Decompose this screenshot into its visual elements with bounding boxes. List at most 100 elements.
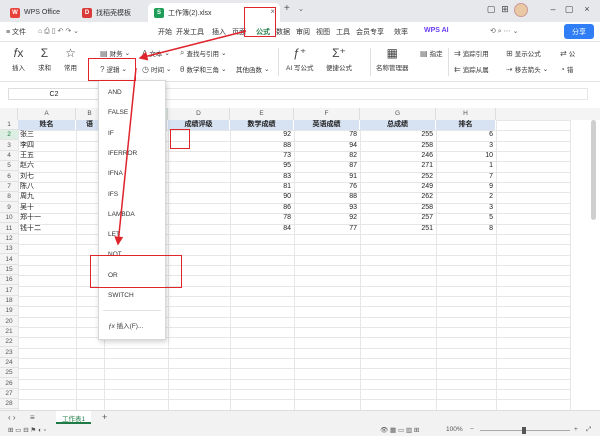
table-cell[interactable]: 赵六: [18, 161, 76, 171]
tab-wps-office[interactable]: W WPS Office: [4, 3, 74, 22]
function-item-let[interactable]: LET: [108, 231, 120, 238]
table-cell[interactable]: 王五: [18, 151, 76, 161]
table-cell[interactable]: 249: [360, 182, 436, 192]
function-item-switch[interactable]: SWITCH: [108, 292, 134, 299]
row-header[interactable]: 23: [0, 348, 18, 358]
table-cell[interactable]: 78: [294, 130, 360, 140]
window-layout-icon[interactable]: ▢: [484, 4, 498, 15]
row-header[interactable]: 15: [0, 265, 18, 275]
other-functions-button[interactable]: 其他函数 ⌄: [236, 64, 269, 74]
row-header[interactable]: 20: [0, 317, 18, 327]
table-header-cell[interactable]: 总成绩: [360, 120, 436, 131]
row-header[interactable]: 11: [0, 224, 18, 234]
row-header[interactable]: 28: [0, 399, 18, 410]
formula-check-button[interactable]: ⇄ 公: [560, 48, 575, 59]
row-header[interactable]: 25: [0, 368, 18, 379]
function-item-lambda[interactable]: LAMBDA: [108, 211, 135, 218]
zoom-value[interactable]: 100%: [446, 426, 463, 433]
table-cell[interactable]: 257: [360, 213, 436, 223]
table-cell[interactable]: 6: [436, 130, 496, 140]
vertical-scrollbar[interactable]: [591, 120, 596, 220]
row-header[interactable]: 14: [0, 255, 18, 265]
trace-precedents-button[interactable]: ⇉ 追踪引用: [454, 48, 489, 59]
column-header-h[interactable]: H: [436, 108, 496, 120]
table-cell[interactable]: 93: [294, 203, 360, 213]
function-item-and[interactable]: AND: [108, 89, 122, 96]
row-header[interactable]: 2: [0, 130, 18, 141]
row-header[interactable]: 12: [0, 234, 18, 244]
table-cell[interactable]: 251: [360, 224, 436, 234]
sheet-nav-icons[interactable]: ‹ ›: [8, 413, 16, 422]
table-cell[interactable]: 吴十: [18, 203, 76, 213]
column-header-g[interactable]: G: [360, 108, 436, 120]
table-header-cell[interactable]: 排名: [436, 120, 496, 131]
autosum-button[interactable]: Σ 求和: [38, 46, 51, 72]
tab-template[interactable]: D 找稻壳模板: [76, 3, 146, 22]
new-tab-button[interactable]: +: [284, 3, 290, 14]
table-cell[interactable]: 2: [436, 192, 496, 202]
minimize-icon[interactable]: –: [546, 4, 560, 14]
menu-review[interactable]: 审阅: [296, 27, 310, 37]
view-mode-icons[interactable]: 👁 ▦ ▭ ▥ ⊞: [380, 426, 419, 434]
zoom-in-icon[interactable]: +: [574, 426, 578, 433]
function-item-ifs[interactable]: IFS: [108, 191, 118, 198]
menu-data[interactable]: 数据: [276, 27, 290, 37]
lookup-button[interactable]: ⌕ 查找与引用 ⌄: [180, 48, 226, 58]
remove-arrows-button[interactable]: ⇢ 移去箭头 ⌄: [506, 64, 548, 75]
table-cell[interactable]: 7: [436, 172, 496, 182]
row-header[interactable]: 1: [0, 120, 18, 130]
table-cell[interactable]: 82: [294, 151, 360, 161]
table-cell[interactable]: 86: [230, 203, 294, 213]
quick-formula-button[interactable]: Σ⁺ 便捷公式: [326, 46, 352, 72]
column-header-f[interactable]: F: [294, 108, 360, 120]
table-header-cell[interactable]: 数学成绩: [230, 120, 294, 131]
select-all-corner[interactable]: [0, 108, 18, 120]
status-icons-left[interactable]: ⊞ ▭ ⊟ ⚑ ◐ ▫: [8, 426, 46, 434]
menu-member[interactable]: 会员专享: [356, 27, 384, 37]
sheet-tab[interactable]: 工作表1: [56, 411, 92, 424]
common-functions-button[interactable]: ☆ 常用: [64, 46, 77, 72]
table-cell[interactable]: 3: [436, 141, 496, 151]
table-cell[interactable]: 73: [230, 151, 294, 161]
table-cell[interactable]: 90: [230, 192, 294, 202]
table-cell[interactable]: 83: [230, 172, 294, 182]
row-header[interactable]: 16: [0, 275, 18, 286]
table-cell[interactable]: 刘七: [18, 172, 76, 182]
toolbar-quick-icons[interactable]: ⌂ ⎙ ▯ ↶ ↷ ⌄: [38, 27, 79, 36]
table-cell[interactable]: 88: [294, 192, 360, 202]
name-manager-button[interactable]: ▦ 名称管理器: [376, 46, 409, 72]
share-button[interactable]: 分享: [564, 24, 594, 39]
table-header-cell[interactable]: 英语成绩: [294, 120, 360, 131]
table-cell[interactable]: 8: [436, 224, 496, 234]
table-cell[interactable]: 84: [230, 224, 294, 234]
row-header[interactable]: 22: [0, 337, 18, 348]
table-cell[interactable]: 3: [436, 203, 496, 213]
row-header[interactable]: 8: [0, 192, 18, 203]
specify-button[interactable]: ▤ 指定: [420, 48, 443, 59]
function-item-iferror[interactable]: IFERROR: [108, 150, 137, 157]
table-cell[interactable]: 88: [230, 141, 294, 151]
row-header[interactable]: 26: [0, 379, 18, 389]
formula-input[interactable]: [118, 88, 588, 100]
column-header-e[interactable]: E: [230, 108, 294, 120]
table-cell[interactable]: 张三: [18, 130, 76, 140]
close-window-icon[interactable]: ×: [580, 4, 594, 14]
menu-home[interactable]: 开始: [158, 27, 172, 37]
table-header-cell[interactable]: 姓名: [18, 120, 76, 131]
name-box[interactable]: C2: [8, 88, 100, 100]
error-check-button[interactable]: ◔ 错: [560, 64, 573, 75]
chevron-down-icon[interactable]: ⌄: [298, 5, 304, 13]
function-item-false[interactable]: FALSE: [108, 109, 128, 116]
menu-efficiency[interactable]: 效率: [394, 27, 408, 37]
table-cell[interactable]: 10: [436, 151, 496, 161]
sheet-list-icon[interactable]: ≡: [30, 413, 35, 422]
table-cell[interactable]: 9: [436, 182, 496, 192]
text-button[interactable]: A 文本 ⌄: [142, 48, 170, 59]
toolbar-right-icons[interactable]: ⟲ ⌕ ⋯ ⌄: [490, 27, 519, 36]
menu-view[interactable]: 视图: [316, 27, 330, 37]
maximize-icon[interactable]: ▢: [562, 4, 576, 15]
math-button[interactable]: θ 数学和三角 ⌄: [180, 64, 226, 75]
row-header[interactable]: 17: [0, 286, 18, 296]
menu-tools[interactable]: 工具: [336, 27, 350, 37]
row-header[interactable]: 6: [0, 172, 18, 182]
